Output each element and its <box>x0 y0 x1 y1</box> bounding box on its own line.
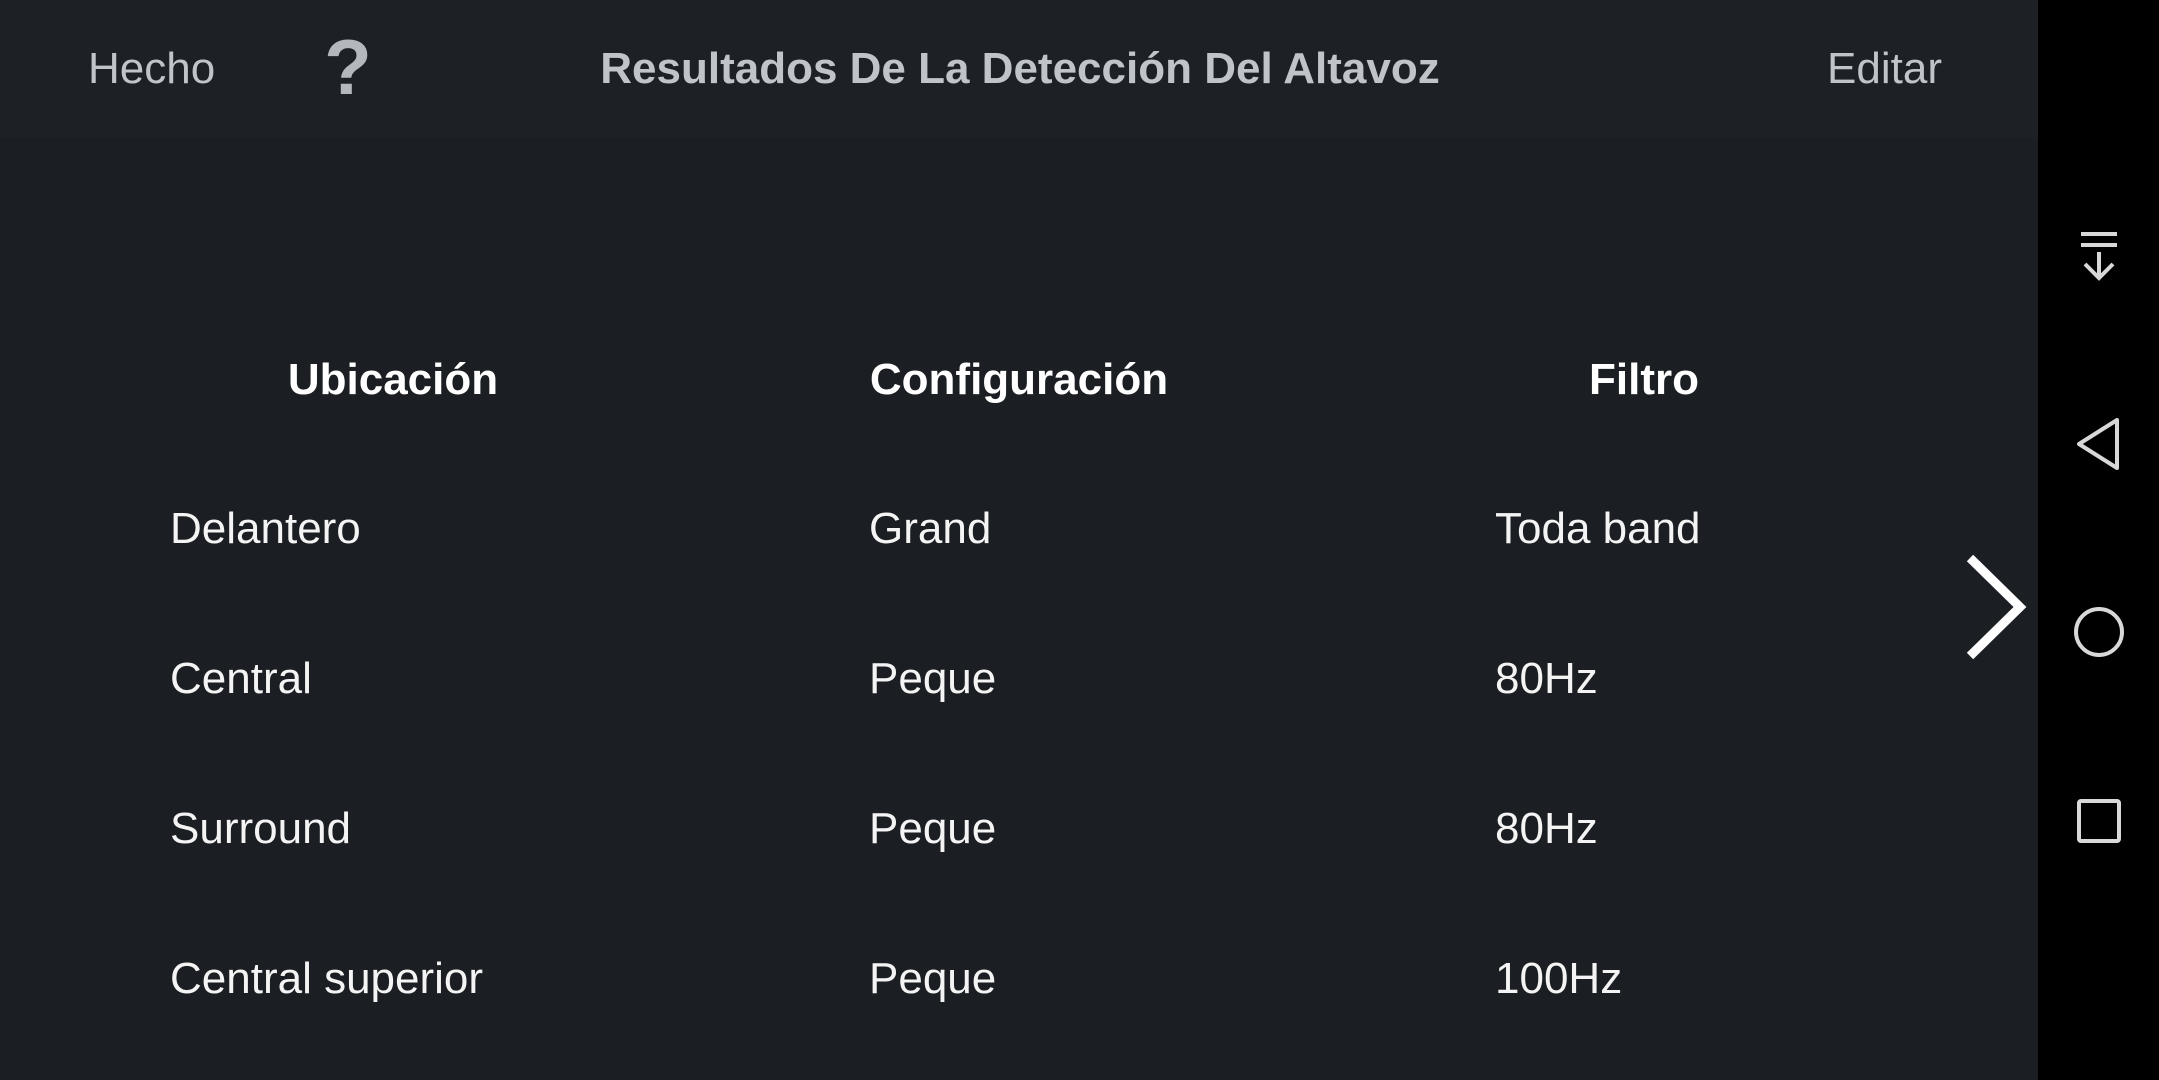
cell-location: Delantero <box>170 504 361 553</box>
help-button[interactable]: ? <box>322 27 374 107</box>
cell-configuration: Peque <box>869 804 997 853</box>
cell-configuration: Grand <box>869 504 992 553</box>
top-bar: Hecho ? Resultados De La Detección Del A… <box>0 0 2038 138</box>
cell-filter: 80Hz <box>1495 654 1598 703</box>
app-screen: Hecho ? Resultados De La Detección Del A… <box>0 0 2038 1080</box>
cell-filter: 100Hz <box>1495 954 1623 1003</box>
cell-filter: 80Hz <box>1495 804 1598 853</box>
collapse-down-icon[interactable] <box>2038 216 2159 296</box>
chevron-right-icon[interactable] <box>1958 552 2028 662</box>
column-header-configuration: Configuración <box>869 355 1169 404</box>
cell-location: Surround <box>170 804 352 853</box>
column-header-location: Ubicación <box>287 355 499 404</box>
page-title: Resultados De La Detección Del Altavoz <box>600 44 1440 93</box>
cell-location: Central superior <box>170 954 484 1003</box>
cell-configuration: Peque <box>869 654 997 703</box>
edit-button[interactable]: Editar <box>1827 0 1942 138</box>
recents-square-icon[interactable] <box>2038 781 2159 861</box>
cell-filter: Toda band <box>1495 504 1701 553</box>
back-triangle-icon[interactable] <box>2038 404 2159 484</box>
cell-configuration: Peque <box>869 954 997 1003</box>
column-header-filter: Filtro <box>1589 355 1699 404</box>
done-button[interactable]: Hecho <box>88 0 215 138</box>
home-circle-icon[interactable] <box>2038 592 2159 672</box>
system-navigation-bar <box>2038 0 2159 1080</box>
cell-location: Central <box>170 654 312 703</box>
